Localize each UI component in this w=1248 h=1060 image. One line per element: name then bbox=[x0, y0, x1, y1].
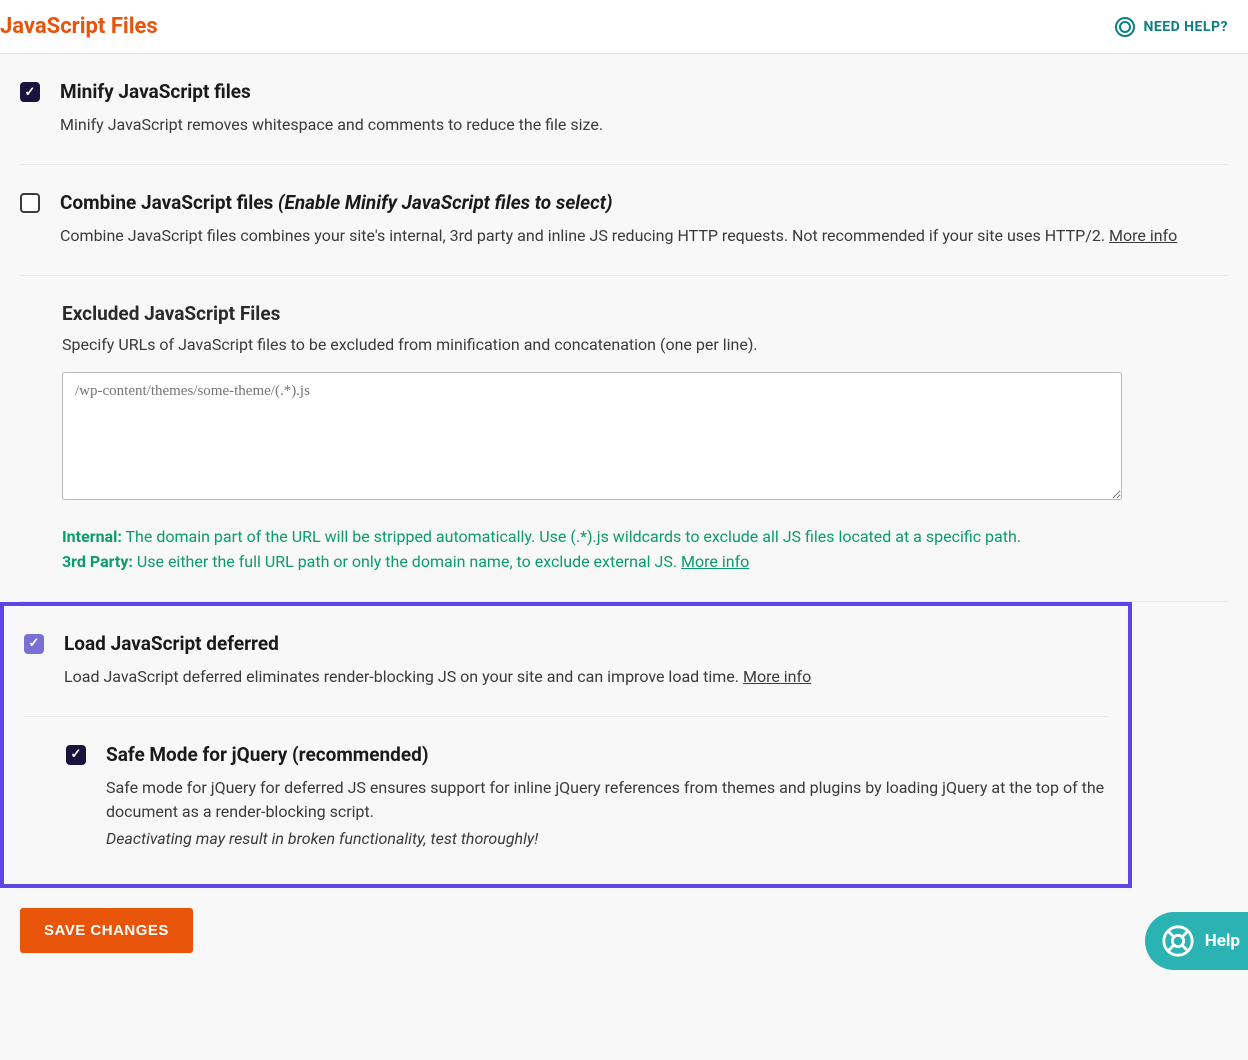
help-widget[interactable]: Help bbox=[1145, 912, 1248, 970]
need-help-label: NEED HELP? bbox=[1143, 19, 1228, 35]
third-party-hint-text: Use either the full URL path or only the… bbox=[133, 552, 681, 571]
combine-desc: Combine JavaScript files combines your s… bbox=[60, 224, 1228, 249]
third-party-hint-label: 3rd Party: bbox=[62, 552, 133, 571]
combine-title: Combine JavaScript files (Enable Minify … bbox=[60, 191, 1228, 214]
excluded-title: Excluded JavaScript Files bbox=[62, 302, 1228, 325]
safe-mode-desc: Safe mode for jQuery for deferred JS ens… bbox=[106, 776, 1108, 826]
excluded-textarea[interactable] bbox=[62, 372, 1122, 500]
page-header: JavaScript Files NEED HELP? bbox=[0, 0, 1248, 54]
help-widget-label: Help bbox=[1205, 931, 1240, 951]
highlighted-defer-box: Load JavaScript deferred Load JavaScript… bbox=[0, 602, 1132, 888]
combine-more-info-link[interactable]: More info bbox=[1109, 226, 1177, 245]
defer-checkbox[interactable] bbox=[24, 634, 44, 654]
minify-checkbox[interactable] bbox=[20, 82, 40, 102]
safe-mode-title: Safe Mode for jQuery (recommended) bbox=[106, 743, 1108, 766]
defer-section: Load JavaScript deferred Load JavaScript… bbox=[24, 606, 1108, 717]
save-button[interactable]: SAVE CHANGES bbox=[20, 908, 193, 953]
minify-title: Minify JavaScript files bbox=[60, 80, 1228, 103]
settings-content: Minify JavaScript files Minify JavaScrip… bbox=[0, 54, 1248, 953]
help-icon bbox=[1115, 17, 1135, 37]
internal-hint-label: Internal: bbox=[62, 527, 122, 546]
combine-section: Combine JavaScript files (Enable Minify … bbox=[20, 165, 1228, 276]
defer-title: Load JavaScript deferred bbox=[64, 632, 1108, 655]
page-title: JavaScript Files bbox=[0, 14, 158, 39]
excluded-desc: Specify URLs of JavaScript files to be e… bbox=[62, 335, 1228, 354]
excluded-section: Excluded JavaScript Files Specify URLs o… bbox=[20, 276, 1228, 602]
excluded-more-info-link[interactable]: More info bbox=[681, 552, 749, 571]
life-ring-icon bbox=[1161, 924, 1195, 958]
safe-mode-checkbox[interactable] bbox=[66, 745, 86, 765]
safe-mode-warning: Deactivating may result in broken functi… bbox=[106, 827, 1108, 852]
safe-mode-section: Safe Mode for jQuery (recommended) Safe … bbox=[24, 717, 1108, 884]
minify-section: Minify JavaScript files Minify JavaScrip… bbox=[20, 54, 1228, 165]
defer-desc: Load JavaScript deferred eliminates rend… bbox=[64, 665, 1108, 690]
combine-checkbox[interactable] bbox=[20, 193, 40, 213]
defer-more-info-link[interactable]: More info bbox=[743, 667, 811, 686]
excluded-hints: Internal: The domain part of the URL wil… bbox=[62, 524, 1228, 575]
save-bar: SAVE CHANGES bbox=[20, 888, 1228, 953]
minify-desc: Minify JavaScript removes whitespace and… bbox=[60, 113, 1228, 138]
internal-hint-text: The domain part of the URL will be strip… bbox=[122, 527, 1021, 546]
need-help-link[interactable]: NEED HELP? bbox=[1115, 17, 1228, 37]
